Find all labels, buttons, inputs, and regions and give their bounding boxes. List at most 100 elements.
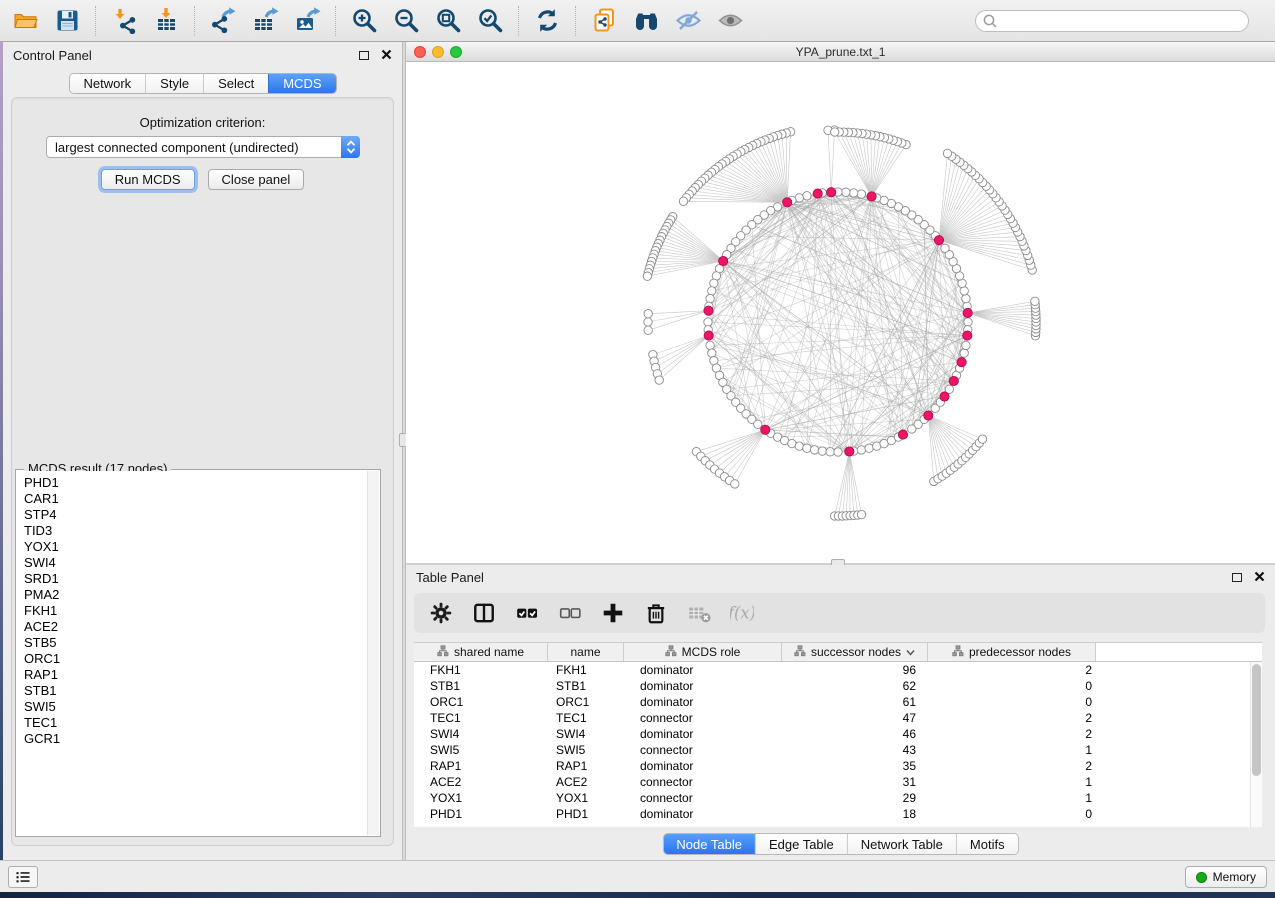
table-row[interactable]: ACE2ACE2connector311: [414, 774, 1262, 790]
zoom-in-button[interactable]: [344, 3, 384, 39]
hide-selected-button[interactable]: [668, 3, 708, 39]
duplicate-view-button[interactable]: [584, 3, 624, 39]
network-canvas[interactable]: [406, 62, 1275, 561]
tab-style[interactable]: Style: [145, 74, 203, 93]
mcds-result-node[interactable]: YOX1: [24, 539, 379, 555]
delete-column-button[interactable]: [643, 600, 669, 626]
column-header-predecessor-nodes[interactable]: predecessor nodes: [928, 643, 1096, 661]
memory-button[interactable]: Memory: [1185, 866, 1267, 888]
show-columns-button[interactable]: [471, 600, 497, 626]
table-scrollbar[interactable]: [1250, 662, 1262, 827]
float-table-panel-icon[interactable]: [1232, 573, 1242, 582]
run-mcds-button[interactable]: Run MCDS: [101, 169, 195, 190]
mcds-result-node[interactable]: FKH1: [24, 603, 379, 619]
table-row[interactable]: RAP1RAP1dominator352: [414, 758, 1262, 774]
table-scrollbar-thumb[interactable]: [1252, 664, 1261, 776]
table-row[interactable]: STB1STB1dominator620: [414, 678, 1262, 694]
zoom-out-button[interactable]: [386, 3, 426, 39]
mcds-result-node[interactable]: ACE2: [24, 619, 379, 635]
tab-select[interactable]: Select: [203, 74, 268, 93]
tab-edge-table[interactable]: Edge Table: [755, 834, 847, 854]
optimization-criterion-value: largest connected component (undirected): [47, 140, 341, 155]
add-column-button[interactable]: [600, 600, 626, 626]
mcds-result-node[interactable]: SWI4: [24, 555, 379, 571]
cell-shared-name: PHD1: [414, 807, 548, 821]
show-all-button[interactable]: [710, 3, 750, 39]
tab-node-table[interactable]: Node Table: [663, 834, 755, 854]
import-table-button[interactable]: [146, 3, 186, 39]
application-window: Control Panel NetworkStyleSelectMCDS Opt…: [0, 0, 1275, 898]
table-row[interactable]: FKH1FKH1dominator962: [414, 662, 1262, 678]
mcds-result-node[interactable]: SRD1: [24, 571, 379, 587]
mcds-result-scrollbar[interactable]: [367, 471, 379, 835]
zoom-fit-button[interactable]: [428, 3, 468, 39]
mcds-result-list[interactable]: PHD1CAR1STP4TID3YOX1SWI4SRD1PMA2FKH1ACE2…: [17, 471, 379, 835]
mcds-result-node[interactable]: TID3: [24, 523, 379, 539]
deselect-all-button[interactable]: [557, 600, 583, 626]
column-type-icon: [665, 645, 677, 660]
optimization-criterion-select[interactable]: largest connected component (undirected): [46, 136, 360, 158]
mcds-result-node[interactable]: SWI5: [24, 699, 379, 715]
table-row[interactable]: ORC1ORC1dominator610: [414, 694, 1262, 710]
tab-network[interactable]: Network: [69, 74, 145, 93]
export-image-button[interactable]: [287, 3, 327, 39]
select-all-button[interactable]: [514, 600, 540, 626]
first-neighbors-icon: [633, 7, 660, 34]
cell-name: RAP1: [548, 759, 624, 773]
float-panel-icon[interactable]: [359, 51, 369, 60]
mcds-result-node[interactable]: ORC1: [24, 651, 379, 667]
function-builder-icon: f(x): [730, 601, 754, 625]
tab-motifs[interactable]: Motifs: [956, 834, 1018, 854]
table-options-button[interactable]: [428, 600, 454, 626]
search-box[interactable]: [975, 10, 1249, 32]
table-panel-title: Table Panel: [416, 570, 484, 585]
tab-network-table[interactable]: Network Table: [847, 834, 956, 854]
import-network-button[interactable]: [104, 3, 144, 39]
mcds-result-node[interactable]: TEC1: [24, 715, 379, 731]
cell-mcds-role: dominator: [624, 727, 782, 741]
mcds-result-node[interactable]: GCR1: [24, 731, 379, 747]
export-network-button[interactable]: [203, 3, 243, 39]
mcds-result-node[interactable]: CAR1: [24, 491, 379, 507]
close-panel-button[interactable]: Close panel: [208, 169, 305, 190]
table-row[interactable]: YOX1YOX1connector291: [414, 790, 1262, 806]
mcds-result-node[interactable]: STB1: [24, 683, 379, 699]
zoom-selected-icon: [477, 7, 504, 34]
cell-name: PHD1: [548, 807, 624, 821]
mcds-result-node[interactable]: STB5: [24, 635, 379, 651]
column-header-label: predecessor nodes: [969, 645, 1071, 659]
column-header-name[interactable]: name: [548, 643, 624, 661]
first-neighbors-button[interactable]: [626, 3, 666, 39]
task-history-button[interactable]: [8, 866, 38, 888]
cell-predecessor-nodes: 0: [928, 807, 1096, 821]
table-row[interactable]: SWI5SWI5connector431: [414, 742, 1262, 758]
refresh-view-button[interactable]: [527, 3, 567, 39]
table-row[interactable]: TEC1TEC1connector472: [414, 710, 1262, 726]
mcds-result-node[interactable]: RAP1: [24, 667, 379, 683]
search-input[interactable]: [998, 12, 1248, 30]
open-file-button[interactable]: [5, 3, 45, 39]
table-row[interactable]: PHD1PHD1dominator180: [414, 806, 1262, 822]
mcds-result-node[interactable]: PHD1: [24, 475, 379, 491]
cell-shared-name: FKH1: [414, 663, 548, 677]
export-table-button[interactable]: [245, 3, 285, 39]
control-panel-title: Control Panel: [13, 48, 92, 63]
column-header-mcds-role[interactable]: MCDS role: [624, 643, 782, 661]
table-row[interactable]: SWI4SWI4dominator462: [414, 726, 1262, 742]
column-header-successor-nodes[interactable]: successor nodes: [782, 643, 928, 661]
tab-mcds[interactable]: MCDS: [268, 74, 335, 93]
mcds-result-node[interactable]: PMA2: [24, 587, 379, 603]
zoom-selected-button[interactable]: [470, 3, 510, 39]
table-options-icon: [429, 601, 453, 625]
close-table-panel-icon[interactable]: [1254, 570, 1265, 585]
delete-table-icon: [687, 601, 711, 625]
mcds-result-node[interactable]: STP4: [24, 507, 379, 523]
cell-name: TEC1: [548, 711, 624, 725]
network-graph: [406, 62, 1275, 561]
cell-mcds-role: connector: [624, 791, 782, 805]
column-header-shared-name[interactable]: shared name: [414, 643, 548, 661]
graph-fan-nodes[interactable]: [643, 126, 1040, 520]
cell-predecessor-nodes: 0: [928, 695, 1096, 709]
close-panel-icon[interactable]: [381, 48, 392, 63]
save-session-button[interactable]: [47, 3, 87, 39]
